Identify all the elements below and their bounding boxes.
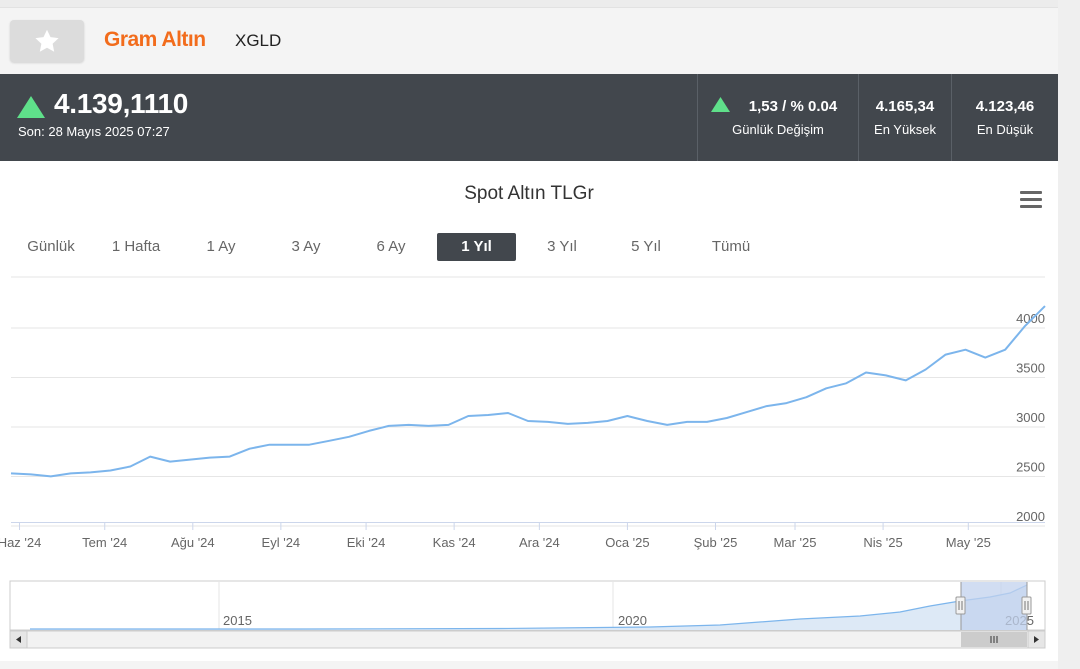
navigator-selected-range[interactable] xyxy=(961,582,1027,630)
page: Gram Altın XGLD 4.139,1110 Son: 28 Mayıs… xyxy=(0,0,1058,669)
navigator[interactable]: 2015 2020 2025 xyxy=(0,0,1058,669)
navigator-right-handle[interactable] xyxy=(1021,596,1032,615)
navigator-left-handle[interactable] xyxy=(955,596,966,615)
navigator-year-label: 2020 xyxy=(618,613,647,628)
navigator-year-label: 2015 xyxy=(223,613,252,628)
navigator-scrollbar-track[interactable] xyxy=(9,630,1046,649)
